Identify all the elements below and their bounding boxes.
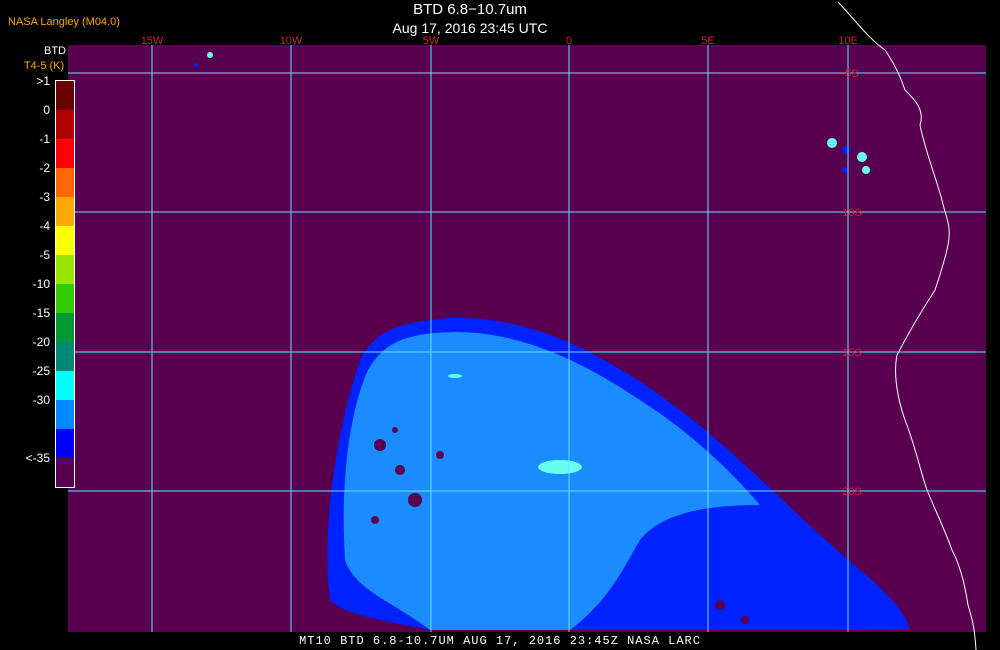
legend-swatch xyxy=(56,197,74,226)
latitude-label: 15S xyxy=(842,347,862,359)
legend-label: -4 xyxy=(39,219,50,233)
legend-bar xyxy=(55,80,75,488)
longitude-label: 5E xyxy=(701,35,714,47)
legend-label: -15 xyxy=(32,306,50,320)
legend-label: -30 xyxy=(32,393,50,407)
legend-swatch xyxy=(56,313,74,342)
legend-label: -2 xyxy=(39,161,50,175)
legend-label: >1 xyxy=(36,74,50,88)
longitude-label: 0 xyxy=(566,35,572,47)
latitude-label: 10S xyxy=(842,207,862,219)
legend-swatch xyxy=(56,342,74,371)
product-title: BTD 6.8−10.7um xyxy=(413,1,527,18)
timestamp: Aug 17, 2016 23:45 UTC xyxy=(392,20,548,36)
legend-swatch xyxy=(56,284,74,313)
legend-swatch xyxy=(56,255,74,284)
legend-label: -20 xyxy=(32,335,50,349)
satellite-map: 15W 10W 5W 0 5E 10E 5S 10S 15S 20S xyxy=(68,1,986,650)
latitude-label: 5S xyxy=(845,68,858,80)
legend-swatch xyxy=(56,110,74,139)
longitude-label: 10W xyxy=(280,35,303,47)
legend-title: BTD xyxy=(44,45,66,57)
legend-label: -10 xyxy=(32,277,50,291)
legend-label: -3 xyxy=(39,190,50,204)
legend-swatch xyxy=(56,168,74,197)
legend-swatch xyxy=(56,429,74,458)
legend-label: -25 xyxy=(32,364,50,378)
legend-swatch xyxy=(56,81,74,110)
latitude-label: 20S xyxy=(842,486,862,498)
legend-label: -5 xyxy=(39,248,50,262)
longitude-label: 10E xyxy=(838,35,858,47)
legend-swatch xyxy=(56,458,74,487)
legend-swatch xyxy=(56,371,74,400)
legend-label: <-35 xyxy=(25,451,50,465)
legend-units: T4-5 (K) xyxy=(23,60,65,72)
cloud-core-warm-spot xyxy=(538,460,582,474)
footer-caption: MT10 BTD 6.8-10.7UM AUG 17, 2016 23:45Z … xyxy=(299,634,701,648)
legend-swatch xyxy=(56,400,74,429)
cloud-core-small-spot xyxy=(448,374,462,378)
longitude-label: 15W xyxy=(141,35,164,47)
longitude-label: 5W xyxy=(423,35,440,47)
legend-swatch xyxy=(56,139,74,168)
legend-label: 0 xyxy=(43,103,50,117)
legend-label: -1 xyxy=(39,132,50,146)
legend-swatch xyxy=(56,226,74,255)
